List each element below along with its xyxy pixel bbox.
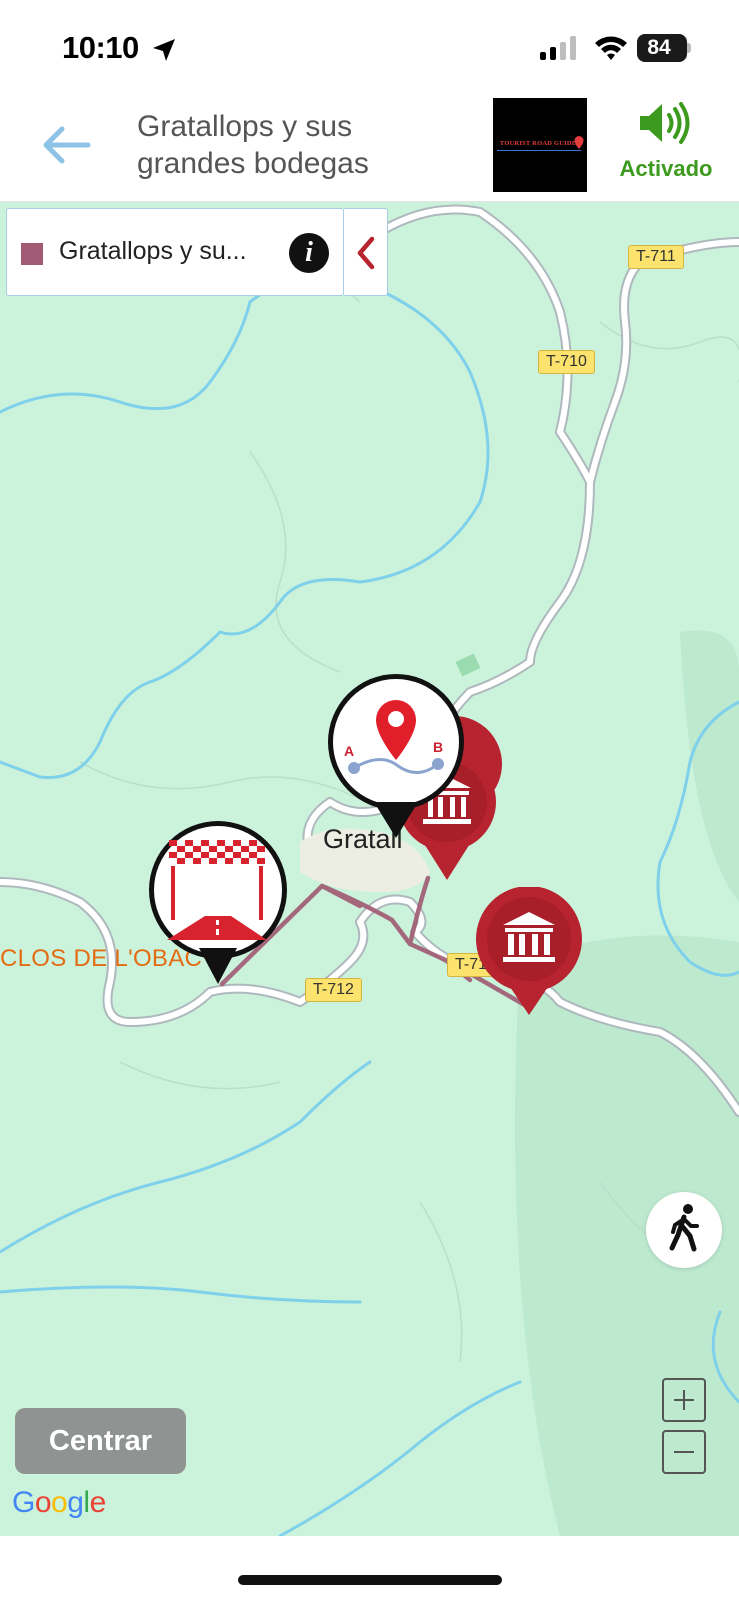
- top-bar: Gratallops y sus grandes bodegas TOURIST…: [0, 96, 739, 202]
- wifi-icon: [595, 36, 627, 60]
- map-view[interactable]: Gratallops y su... i T-711 T-710 T-712 T…: [0, 202, 739, 1536]
- route-legend[interactable]: Gratallops y su... i: [6, 208, 344, 296]
- google-logo: Google: [12, 1486, 106, 1519]
- svg-text:B: B: [433, 739, 443, 755]
- chevron-left-icon: [357, 236, 375, 270]
- walking-person-icon: [669, 1204, 699, 1252]
- back-arrow-icon[interactable]: [36, 120, 96, 170]
- road-label-t710-north: T-710: [538, 350, 595, 374]
- map-canvas: [0, 204, 739, 1536]
- speaker-icon[interactable]: [638, 101, 694, 145]
- route-start-marker[interactable]: A B: [326, 672, 470, 844]
- center-map-button[interactable]: Centrar: [15, 1408, 186, 1474]
- home-indicator[interactable]: [238, 1575, 502, 1585]
- route-end-marker[interactable]: [147, 820, 291, 990]
- route-color-swatch: [21, 243, 43, 265]
- museum-marker-south[interactable]: [474, 887, 586, 1023]
- legend-collapse-button[interactable]: [344, 208, 388, 296]
- zoom-in-button[interactable]: [662, 1378, 706, 1422]
- status-bar: 10:10 84: [0, 0, 739, 96]
- page-title: Gratallops y sus grandes bodegas: [137, 110, 369, 180]
- tourist-road-guides-logo: TOURIST ROAD GUIDES: [493, 98, 587, 192]
- location-arrow-icon: [153, 39, 175, 61]
- road-label-t712: T-712: [305, 978, 362, 1002]
- battery-level: 84: [647, 36, 671, 59]
- zoom-out-button[interactable]: [662, 1430, 706, 1474]
- signal-icon: [540, 36, 576, 60]
- svg-text:A: A: [344, 743, 354, 759]
- battery-icon: 84: [637, 34, 691, 62]
- sound-status-label[interactable]: Activado: [606, 156, 726, 182]
- bottom-safe-area: [0, 1536, 739, 1600]
- status-time: 10:10: [62, 30, 139, 65]
- info-icon[interactable]: i: [289, 233, 329, 273]
- road-label-t711: T-711: [628, 245, 684, 269]
- walking-mode-button[interactable]: [646, 1192, 722, 1268]
- route-legend-label: Gratallops y su...: [59, 237, 247, 265]
